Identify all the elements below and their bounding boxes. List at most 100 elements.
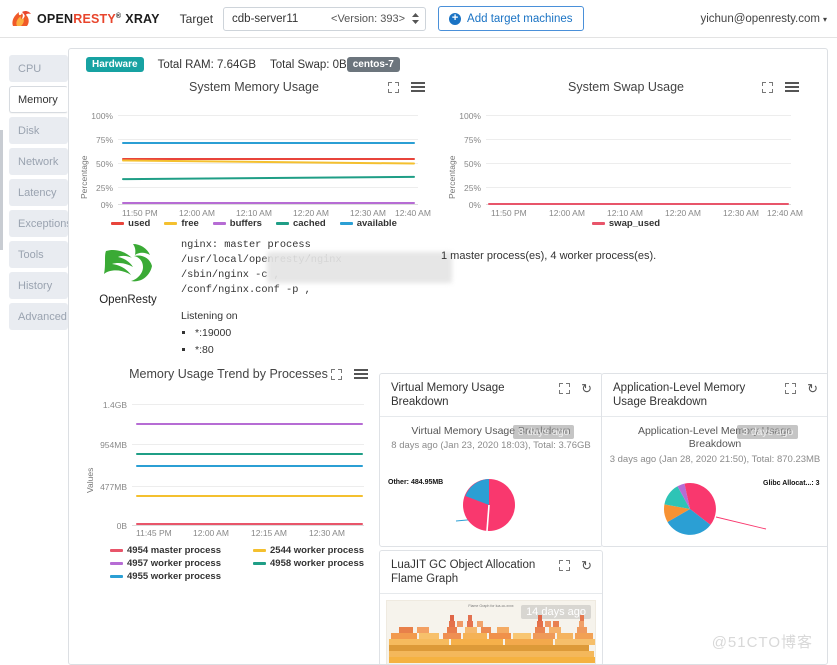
chart-title: System Swap Usage (567, 80, 685, 94)
y-tick: 25% (95, 183, 113, 193)
expand-icon[interactable] (559, 560, 571, 571)
x-tick: 12:10 AM (607, 208, 643, 218)
sidebar-item-label: History (18, 279, 53, 292)
series-line-4954 (136, 523, 363, 525)
sidebar-item-cpu[interactable]: CPU (9, 55, 68, 82)
refresh-icon[interactable]: ↻ (581, 559, 592, 572)
panel-body: Application-Level Memory Usage Breakdown… (602, 417, 827, 559)
add-target-machines-button[interactable]: + Add target machines (438, 6, 584, 31)
expand-icon[interactable] (559, 383, 571, 394)
target-selected-value: cdb-server11 (232, 12, 299, 25)
x-tick: 12:15 AM (251, 528, 287, 538)
panel-header: Application-Level Memory Usage Breakdown… (602, 374, 827, 417)
expand-icon[interactable] (785, 383, 797, 394)
y-tick: 1.4GB (102, 400, 127, 410)
panel-toolbar: ↻ (559, 382, 592, 395)
y-tick: 50% (463, 159, 481, 169)
listening-port: *:80 (195, 343, 451, 358)
sidebar-item-memory[interactable]: Memory (9, 86, 68, 113)
add-target-machines-label: Add target machines (467, 12, 573, 25)
y-tick: 0% (100, 200, 113, 210)
sidebar-item-advanced[interactable]: Advanced (9, 303, 68, 330)
hamburger-menu-icon[interactable] (354, 367, 368, 381)
openresty-process-block: OpenResty nginx: master process /usr/loc… (69, 228, 827, 358)
listening-label: Listening on (181, 309, 238, 322)
legend-item[interactable]: 4955 worker process (110, 571, 221, 582)
openresty-caption: OpenResty (99, 294, 157, 306)
y-tick: 25% (463, 183, 481, 193)
openresty-leaf-icon (104, 244, 152, 282)
hamburger-menu-icon[interactable] (785, 80, 799, 94)
sidebar-item-tools[interactable]: Tools (9, 241, 68, 268)
watermark: @51CTO博客 (711, 634, 813, 651)
hamburger-menu-icon[interactable] (411, 80, 425, 94)
sidebar-item-label: Disk (18, 124, 40, 137)
sidebar-item-history[interactable]: History (9, 272, 68, 299)
hardware-badge: Hardware (86, 57, 144, 72)
total-ram-text: Total RAM: 7.64GB (157, 58, 257, 71)
sidebar-item-exceptions[interactable]: Exceptions (9, 210, 72, 237)
chart-toolbar (331, 367, 368, 381)
openresty-flame-icon (9, 6, 35, 32)
x-tick: 12:00 AM (193, 528, 229, 538)
y-tick: 100% (91, 111, 113, 121)
logo-resty: RESTY (73, 11, 116, 26)
redacted-path-overlay (267, 252, 452, 283)
user-email: yichun@openresty.com (700, 12, 820, 25)
pie-slice-label: Other: 484.95MB (388, 478, 444, 486)
series-line-buffers (122, 202, 415, 204)
system-memory-usage-chart: System Memory Usage Percentage 100% 75% … (69, 78, 439, 229)
legend-label: 4955 worker process (127, 571, 222, 582)
x-tick: 11:45 PM (136, 528, 172, 538)
y-tick: 0B (116, 521, 127, 531)
time-ago-badge: 8 days ago (513, 424, 575, 439)
series-line-swap-used (488, 203, 789, 205)
app-logo[interactable]: OPENRESTY® XRAY (9, 6, 160, 32)
user-account-menu[interactable]: yichun@openresty.com ▾ (700, 13, 827, 25)
expand-icon[interactable] (762, 81, 773, 93)
panel-toolbar: ↻ (559, 559, 592, 572)
sidebar-item-latency[interactable]: Latency (9, 179, 68, 206)
sidebar-scroll-rail[interactable] (0, 130, 3, 250)
legend-label: 4954 master process (127, 545, 222, 556)
virtual-memory-breakdown-panel: Virtual Memory Usage Breakdown ↻ Virtual… (379, 373, 603, 547)
panel-header: LuaJIT GC Object Allocation Flame Graph … (380, 551, 602, 594)
y-tick: 954MB (100, 440, 127, 450)
y-tick: 75% (95, 135, 113, 145)
sidebar-item-label: Latency (18, 186, 57, 199)
flame-graph-image[interactable]: Flame Graph for lua-cc-xxxx 14 days ago (386, 599, 596, 664)
panel-title: Application-Level Memory Usage Breakdown (613, 382, 746, 409)
legend-item[interactable]: 4958 worker process (253, 558, 364, 569)
refresh-icon[interactable]: ↻ (581, 382, 592, 395)
series-line-2544 (136, 495, 363, 497)
x-tick: 12:10 AM (236, 208, 272, 218)
panel-toolbar: ↻ (785, 382, 818, 395)
y-tick: 75% (463, 135, 481, 145)
legend-item[interactable]: 4954 master process (110, 545, 221, 556)
series-line-4955 (136, 465, 363, 467)
application-memory-breakdown-panel: Application-Level Memory Usage Breakdown… (601, 373, 827, 547)
target-select[interactable]: cdb-server11 <Version: 393> (223, 6, 427, 31)
sidebar-item-label: Tools (18, 248, 44, 261)
x-tick: 12:40 AM (395, 208, 431, 218)
target-label: Target (179, 11, 214, 26)
x-tick: 11:50 PM (491, 208, 527, 218)
legend-item[interactable]: 2544 worker process (253, 545, 364, 556)
refresh-icon[interactable]: ↻ (807, 382, 818, 395)
expand-icon[interactable] (331, 368, 342, 380)
legend-label: 2544 worker process (270, 545, 365, 556)
sidebar-item-disk[interactable]: Disk (9, 117, 68, 144)
x-tick: 12:30 AM (309, 528, 345, 538)
nginx-command-text: nginx: master process /usr/local/openres… (181, 238, 452, 358)
sidebar-item-network[interactable]: Network (9, 148, 68, 175)
system-charts-row: System Memory Usage Percentage 100% 75% … (69, 78, 827, 229)
flame-graph-bars (389, 614, 595, 663)
expand-icon[interactable] (388, 81, 399, 93)
chevron-down-icon: ▾ (822, 14, 827, 24)
luajit-flame-graph-panel: LuaJIT GC Object Allocation Flame Graph … (379, 550, 603, 664)
y-tick: 477MB (100, 482, 127, 492)
chart-toolbar (762, 80, 799, 94)
legend-item[interactable]: 4957 worker process (110, 558, 221, 569)
nginx-cmd-line-3: /conf/nginx.conf -p , (181, 283, 311, 296)
pie-slice-label: Glibc Allocat...: 3 (763, 479, 820, 487)
